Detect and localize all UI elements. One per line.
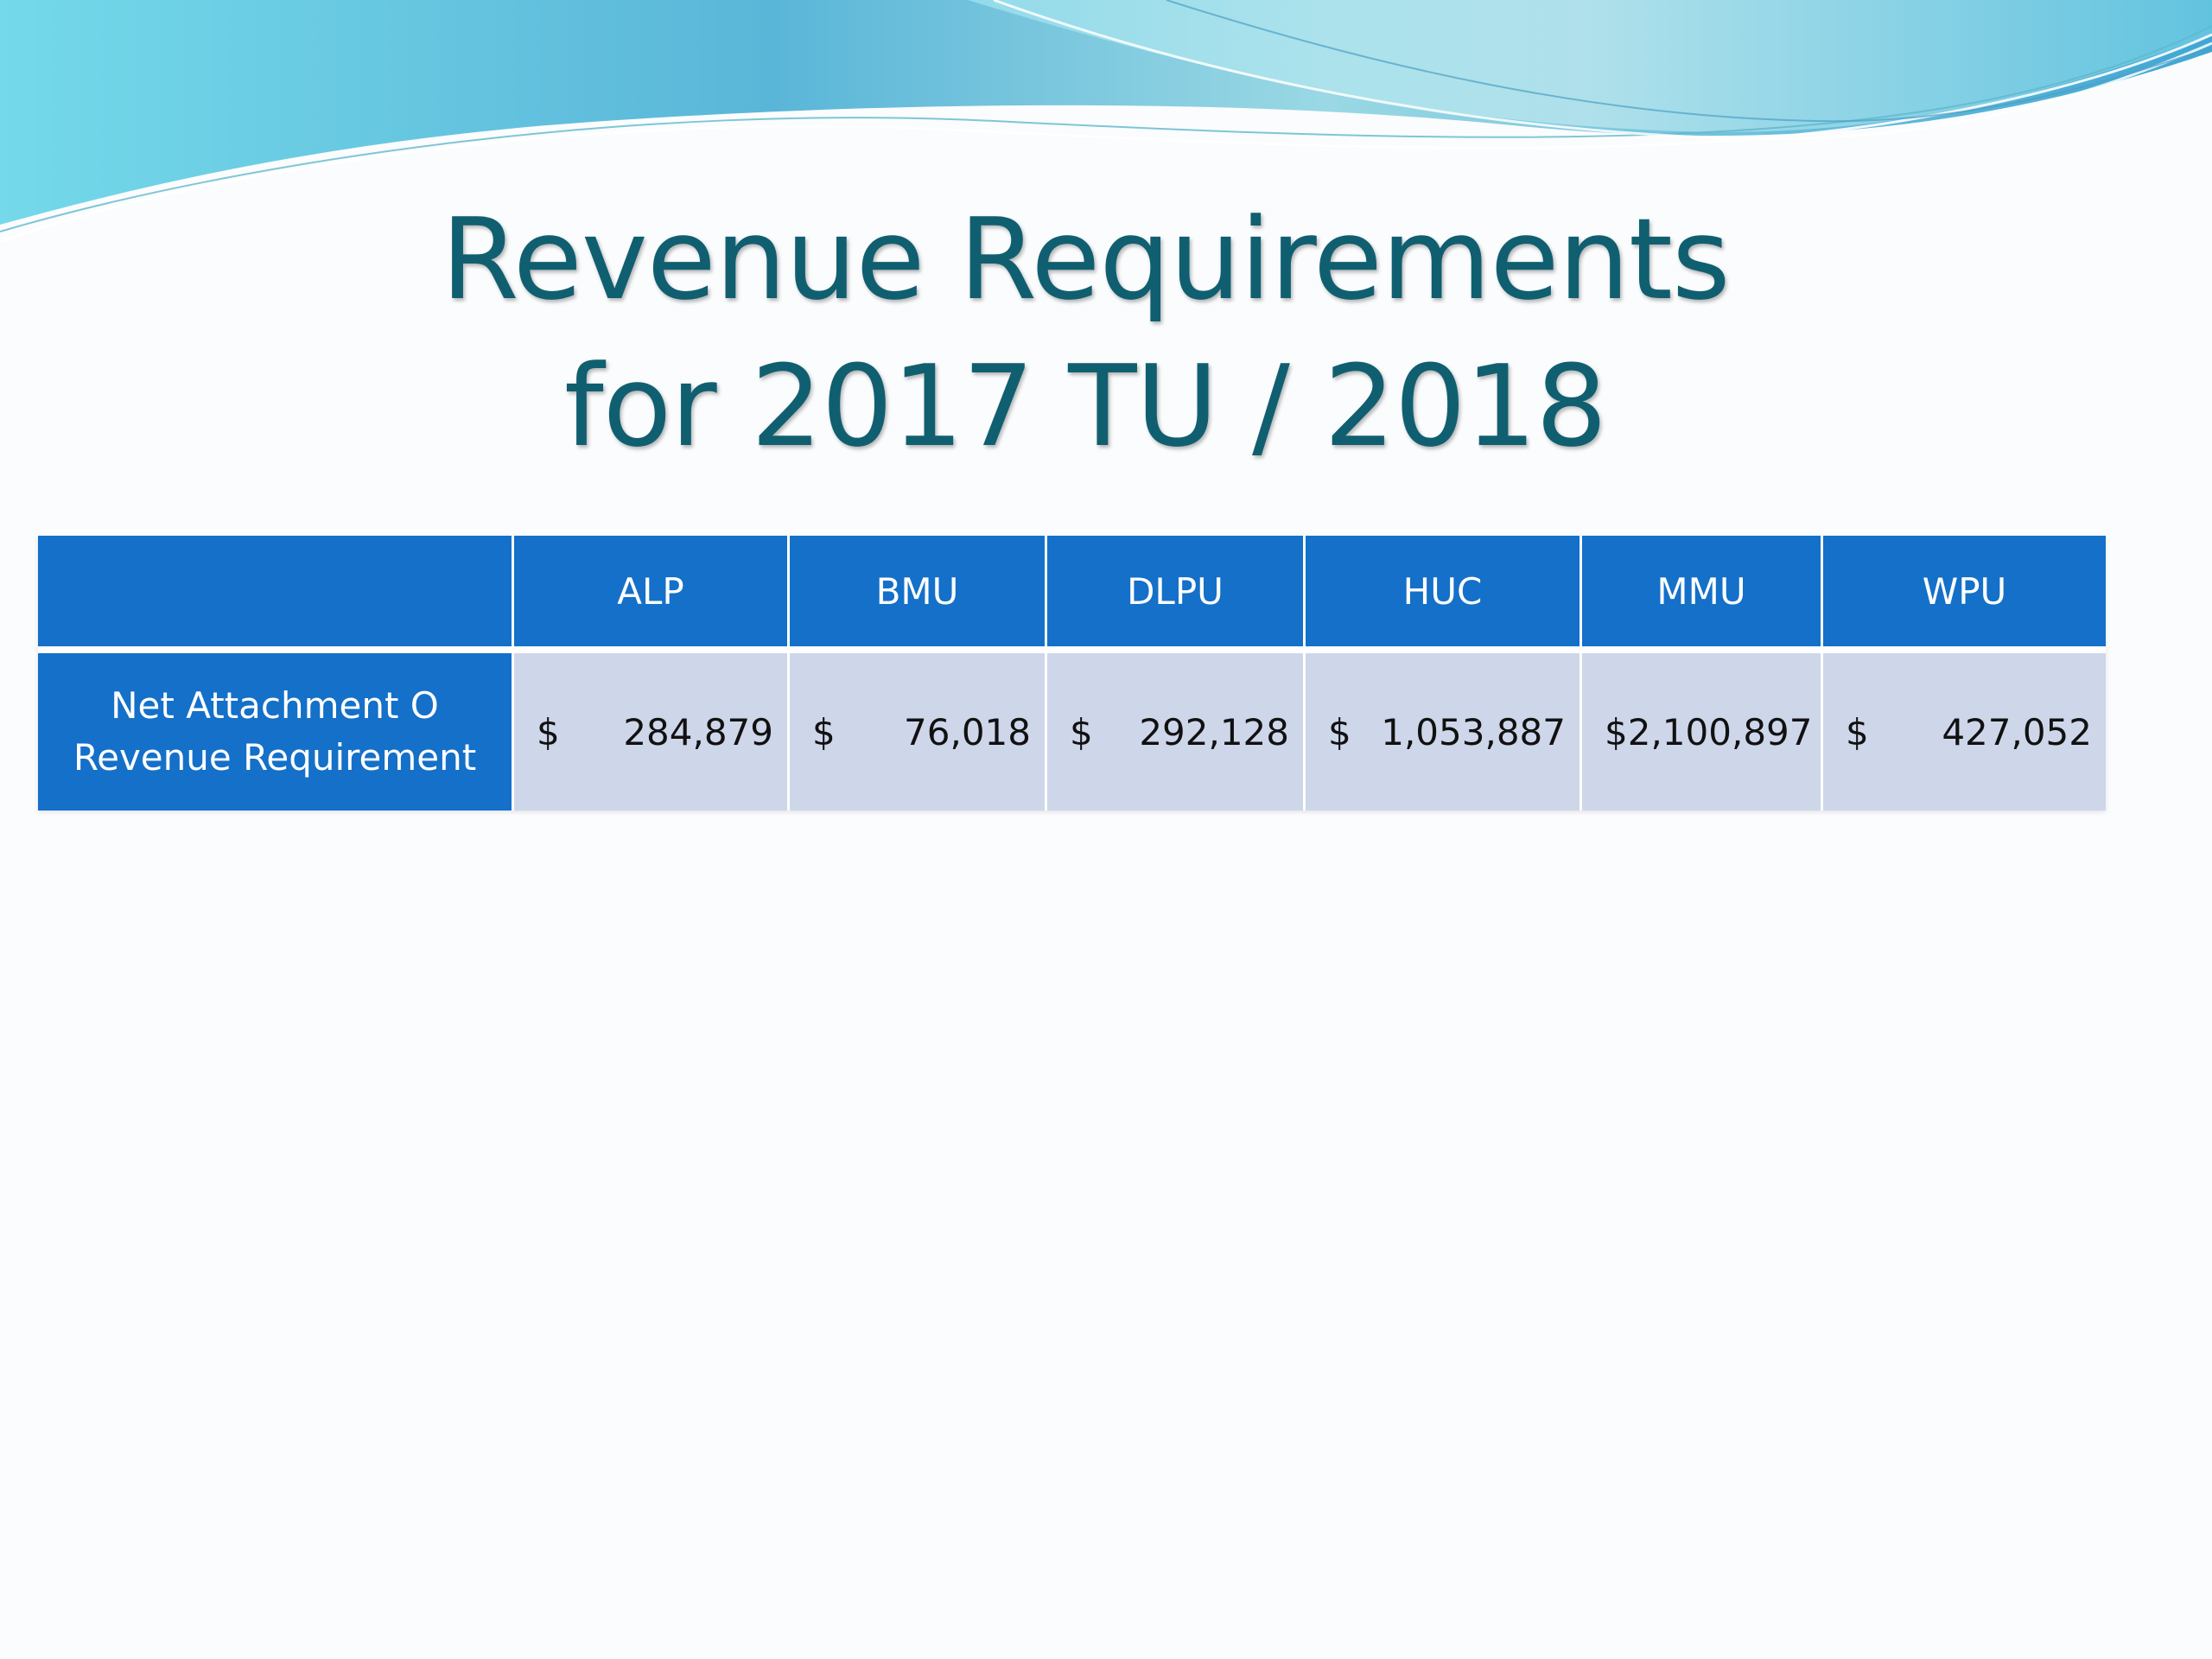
header-cell-wpu: WPU bbox=[1823, 536, 2106, 653]
row-label: Net Attachment O Revenue Requirement bbox=[38, 653, 514, 810]
slide-title: Revenue Requirements for 2017 TU / 2018 bbox=[0, 186, 2171, 480]
amount-value: 427,052 bbox=[1942, 710, 2092, 753]
header-cell-bmu: BMU bbox=[790, 536, 1047, 653]
currency-symbol: $ bbox=[1846, 710, 1869, 753]
currency-symbol: $ bbox=[1328, 710, 1351, 753]
slide-title-line-2: for 2017 TU / 2018 bbox=[563, 340, 1607, 472]
amount-value: 2,100,897 bbox=[1627, 710, 1813, 753]
slide-title-line-1: Revenue Requirements bbox=[441, 194, 1730, 325]
amount-value: 292,128 bbox=[1139, 710, 1289, 753]
table-row: Net Attachment O Revenue Requirement $ 2… bbox=[38, 653, 2106, 810]
header-cell-dlpu: DLPU bbox=[1047, 536, 1306, 653]
currency-symbol: $ bbox=[537, 710, 560, 753]
value-cell-huc: $ 1,053,887 bbox=[1306, 653, 1582, 810]
header-cell-huc: HUC bbox=[1306, 536, 1582, 653]
currency-symbol: $ bbox=[1605, 710, 1628, 753]
row-label-line-2: Revenue Requirement bbox=[73, 736, 477, 779]
slide: Revenue Requirements for 2017 TU / 2018 … bbox=[0, 0, 2212, 1659]
value-cell-wpu: $ 427,052 bbox=[1823, 653, 2106, 810]
amount-value: 76,018 bbox=[904, 710, 1031, 753]
header-cell-alp: ALP bbox=[514, 536, 790, 653]
value-cell-alp: $ 284,879 bbox=[514, 653, 790, 810]
revenue-table: ALP BMU DLPU HUC MMU WPU Net Attachment … bbox=[38, 536, 2106, 810]
currency-symbol: $ bbox=[1070, 710, 1093, 753]
value-cell-bmu: $ 76,018 bbox=[790, 653, 1047, 810]
amount-value: 284,879 bbox=[623, 710, 773, 753]
currency-symbol: $ bbox=[812, 710, 836, 753]
amount-value: 1,053,887 bbox=[1381, 710, 1566, 753]
row-label-line-1: Net Attachment O bbox=[111, 684, 439, 727]
table-header-row: ALP BMU DLPU HUC MMU WPU bbox=[38, 536, 2106, 653]
value-cell-dlpu: $ 292,128 bbox=[1047, 653, 1306, 810]
value-cell-mmu: $ 2,100,897 bbox=[1582, 653, 1823, 810]
header-cell-blank bbox=[38, 536, 514, 653]
header-cell-mmu: MMU bbox=[1582, 536, 1823, 653]
